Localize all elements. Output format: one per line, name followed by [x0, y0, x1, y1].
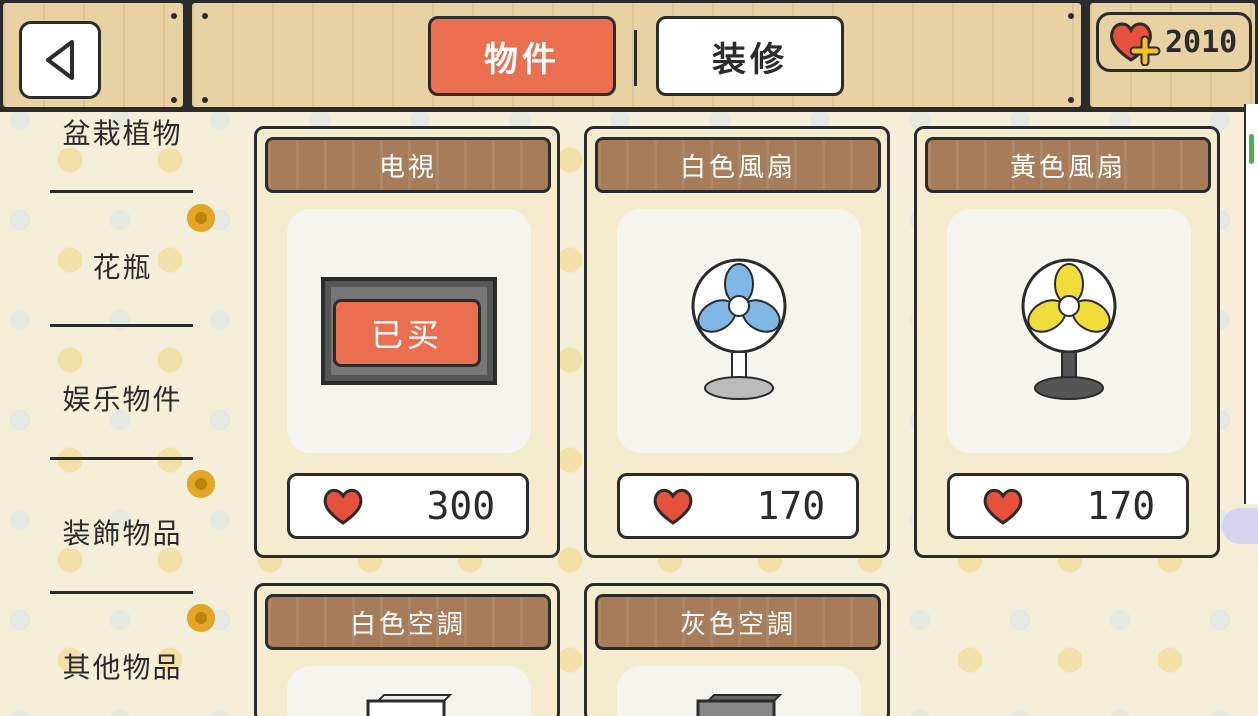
tab-decoration[interactable]: 装修 — [656, 16, 844, 96]
category-sidebar: 盆栽植物 花瓶 娱乐物件 装飾物品 其他物品 — [0, 112, 250, 716]
heart-currency[interactable]: 2010 — [1096, 12, 1252, 72]
top-bar: 物件 装修 2010 — [0, 0, 1258, 112]
new-badge-flower-icon — [187, 204, 215, 232]
yellow-fan-icon — [1021, 258, 1117, 400]
new-badge-flower-icon — [187, 470, 215, 498]
item-name: 白色風扇 — [595, 137, 881, 193]
currency-value: 2010 — [1165, 24, 1238, 60]
item-image — [287, 666, 531, 716]
tab-items[interactable]: 物件 — [428, 16, 616, 96]
new-badge-flower-icon — [187, 604, 215, 632]
item-image: 已买 — [287, 209, 531, 453]
category-others[interactable]: 其他物品 — [50, 646, 195, 686]
item-price-button[interactable]: 300 — [287, 473, 529, 539]
item-image — [617, 209, 861, 453]
gray-ac-icon — [696, 694, 783, 716]
scrollbar[interactable] — [1244, 104, 1258, 504]
category-decorations[interactable]: 装飾物品 — [50, 512, 195, 552]
heart-icon — [983, 488, 1023, 525]
item-price: 170 — [1086, 484, 1156, 528]
category-vases[interactable]: 花瓶 — [50, 246, 195, 286]
item-card-white-fan[interactable]: 白色風扇 170 — [584, 126, 890, 558]
item-card-white-ac[interactable]: 白色空調 — [254, 583, 560, 716]
item-price: 170 — [756, 484, 826, 528]
item-card-tv[interactable]: 电視 已买 300 — [254, 126, 560, 558]
category-entertainment[interactable]: 娱乐物件 — [50, 378, 195, 418]
category-divider — [50, 591, 193, 594]
heart-icon — [323, 488, 363, 525]
tab-divider — [634, 30, 637, 86]
bought-label: 已买 — [333, 299, 481, 367]
heart-icon — [653, 488, 693, 525]
category-potted-plants[interactable]: 盆栽植物 — [50, 112, 195, 152]
item-price: 300 — [426, 484, 496, 528]
heart-plus-icon — [1110, 22, 1161, 66]
top-plank-left — [0, 0, 186, 110]
back-triangle-icon — [46, 40, 74, 80]
back-button[interactable] — [19, 21, 101, 99]
item-card-gray-ac[interactable]: 灰色空調 — [584, 583, 890, 716]
side-drawer-handle-icon[interactable] — [1222, 508, 1258, 544]
white-fan-icon — [691, 258, 787, 400]
category-divider — [50, 457, 193, 460]
item-price-button[interactable]: 170 — [617, 473, 859, 539]
item-name: 白色空調 — [265, 594, 551, 650]
item-image — [617, 666, 861, 716]
white-ac-icon — [366, 694, 453, 716]
item-name: 黃色風扇 — [925, 137, 1211, 193]
item-price-button[interactable]: 170 — [947, 473, 1189, 539]
item-name: 电視 — [265, 137, 551, 193]
item-name: 灰色空調 — [595, 594, 881, 650]
scroll-thumb[interactable] — [1249, 134, 1254, 164]
category-divider — [50, 324, 193, 327]
item-card-yellow-fan[interactable]: 黃色風扇 170 — [914, 126, 1220, 558]
category-divider — [50, 190, 193, 193]
item-image — [947, 209, 1191, 453]
